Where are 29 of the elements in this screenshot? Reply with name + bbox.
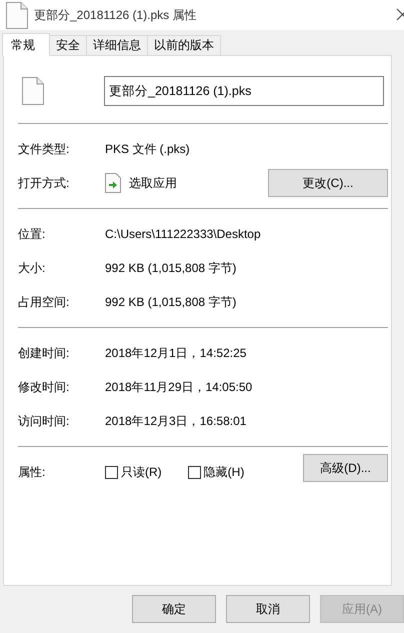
property-value: PKS 文件 (.pks) xyxy=(105,140,190,158)
window-title: 更部分_20181126 (1).pks 属性 xyxy=(34,6,197,24)
property-label: 访问时间: xyxy=(18,412,70,430)
property-value: 2018年12月3日，16:58:01 xyxy=(105,412,246,430)
change-button[interactable]: 更改(C)... xyxy=(268,169,388,197)
property-label: 修改时间: xyxy=(18,378,70,396)
advanced-button[interactable]: 高级(D)... xyxy=(303,454,388,482)
tab[interactable]: 常规 xyxy=(2,33,50,56)
checkbox[interactable]: 隐藏(H) xyxy=(188,464,244,480)
property-label: 位置: xyxy=(18,226,46,242)
dialog-button[interactable]: 取消 xyxy=(226,595,310,623)
app-name: 选取应用 xyxy=(129,174,177,192)
property-value: C:\Users\111222333\Desktop xyxy=(105,227,261,241)
property-value: 992 KB (1,015,808 字节) xyxy=(105,260,236,276)
checkbox[interactable]: 只读(R) xyxy=(105,464,162,480)
property-label: 创建时间: xyxy=(18,344,70,362)
file-icon xyxy=(22,77,44,105)
tab[interactable]: 以前的版本 xyxy=(147,35,221,55)
property-value: 2018年12月1日，14:52:25 xyxy=(105,344,246,362)
property-value: 2018年11月29日，14:05:50 xyxy=(105,378,252,396)
document-arrow-icon xyxy=(105,173,121,193)
property-label: 文件类型: xyxy=(18,140,70,158)
property-label: 占用空间: xyxy=(18,294,70,310)
property-label: 大小: xyxy=(18,260,46,276)
property-label: 打开方式: xyxy=(18,174,70,192)
property-value: 992 KB (1,015,808 字节) xyxy=(105,294,236,310)
dialog-button[interactable]: 确定 xyxy=(132,595,216,623)
file-name-field[interactable]: 更部分_20181126 (1).pks xyxy=(104,76,384,106)
property-label: 属性: xyxy=(18,464,46,480)
